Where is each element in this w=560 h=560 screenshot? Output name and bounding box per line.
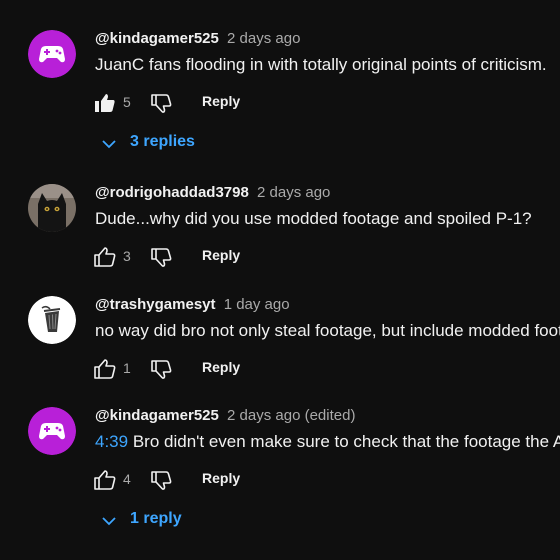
reply-button[interactable]: Reply — [202, 359, 240, 375]
like-count: 5 — [123, 94, 131, 110]
comment-body: Bro didn't even make sure to check that … — [132, 432, 560, 451]
thumbs-down-icon[interactable] — [149, 91, 173, 115]
reply-button[interactable]: Reply — [202, 470, 240, 486]
cat-photo-icon — [28, 184, 76, 232]
avatar[interactable] — [28, 296, 76, 344]
like-count: 3 — [123, 248, 131, 264]
replies-label: 3 replies — [130, 133, 195, 150]
controller-icon — [28, 407, 76, 455]
avatar[interactable] — [28, 184, 76, 232]
comment-date[interactable]: 2 days ago (edited) — [227, 407, 355, 424]
comment-meta: @kindagamer525 2 days ago (edited) — [95, 407, 355, 424]
chevron-down-icon — [102, 140, 116, 149]
comment-meta: @kindagamer525 2 days ago — [95, 30, 300, 47]
avatar[interactable] — [28, 30, 76, 78]
reply-button[interactable]: Reply — [202, 247, 240, 263]
avatar[interactable] — [28, 407, 76, 455]
author-handle[interactable]: @kindagamer525 — [95, 30, 219, 47]
author-handle[interactable]: @rodrigohaddad3798 — [95, 184, 249, 201]
trash-can-icon — [28, 296, 76, 344]
thumbs-up-icon[interactable] — [93, 245, 117, 269]
comment-date[interactable]: 2 days ago — [227, 30, 300, 47]
thumbs-up-icon[interactable] — [93, 91, 117, 115]
comment-date[interactable]: 1 day ago — [224, 296, 290, 313]
chevron-down-icon — [102, 517, 116, 526]
thumbs-down-icon[interactable] — [149, 357, 173, 381]
like-count: 4 — [123, 471, 131, 487]
thumbs-down-icon[interactable] — [149, 468, 173, 492]
comment-text: 4:39 Bro didn't even make sure to check … — [95, 432, 560, 452]
comment-text: Dude...why did you use modded footage an… — [95, 209, 532, 228]
replies-label: 1 reply — [130, 510, 182, 527]
video-timestamp-link[interactable]: 4:39 — [95, 432, 128, 451]
like-count: 1 — [123, 360, 131, 376]
author-handle[interactable]: @trashygamesyt — [95, 296, 216, 313]
comment-meta: @rodrigohaddad3798 2 days ago — [95, 184, 330, 201]
comment-text: JuanC fans flooding in with totally orig… — [95, 55, 547, 74]
comment-text: no way did bro not only steal footage, b… — [95, 321, 560, 340]
controller-icon — [28, 30, 76, 78]
thumbs-down-icon[interactable] — [149, 245, 173, 269]
comment-meta: @trashygamesyt 1 day ago — [95, 296, 290, 313]
author-handle[interactable]: @kindagamer525 — [95, 407, 219, 424]
thumbs-up-icon[interactable] — [93, 468, 117, 492]
thumbs-up-icon[interactable] — [93, 357, 117, 381]
reply-button[interactable]: Reply — [202, 93, 240, 109]
comment-date[interactable]: 2 days ago — [257, 184, 330, 201]
